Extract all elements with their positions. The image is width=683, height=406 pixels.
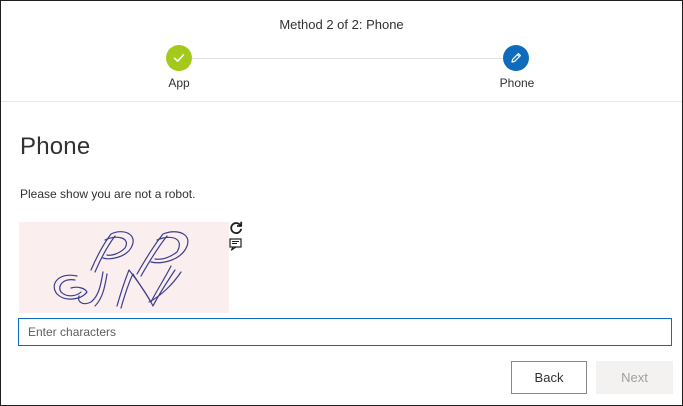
- back-button[interactable]: Back: [511, 361, 587, 394]
- audio-captcha-icon[interactable]: [228, 236, 244, 252]
- wizard-header: Method 2 of 2: Phone App Phone: [1, 1, 682, 102]
- step-app-status: [166, 45, 192, 71]
- instruction-text: Please show you are not a robot.: [20, 187, 196, 201]
- captcha-image: [19, 222, 229, 313]
- checkmark-icon: [173, 54, 185, 62]
- progress-line: [179, 58, 515, 59]
- next-button[interactable]: Next: [596, 361, 673, 394]
- step-phone-label: Phone: [499, 76, 535, 90]
- pencil-icon: [511, 53, 521, 63]
- step-phone-status: [503, 45, 529, 71]
- captcha-input[interactable]: [19, 319, 671, 345]
- method-title: Method 2 of 2: Phone: [279, 17, 404, 32]
- page-title: Phone: [20, 133, 91, 160]
- captcha-controls: [228, 220, 244, 254]
- refresh-icon[interactable]: [228, 220, 244, 236]
- captcha-input-wrapper: [18, 318, 672, 346]
- step-app-label: App: [168, 76, 190, 90]
